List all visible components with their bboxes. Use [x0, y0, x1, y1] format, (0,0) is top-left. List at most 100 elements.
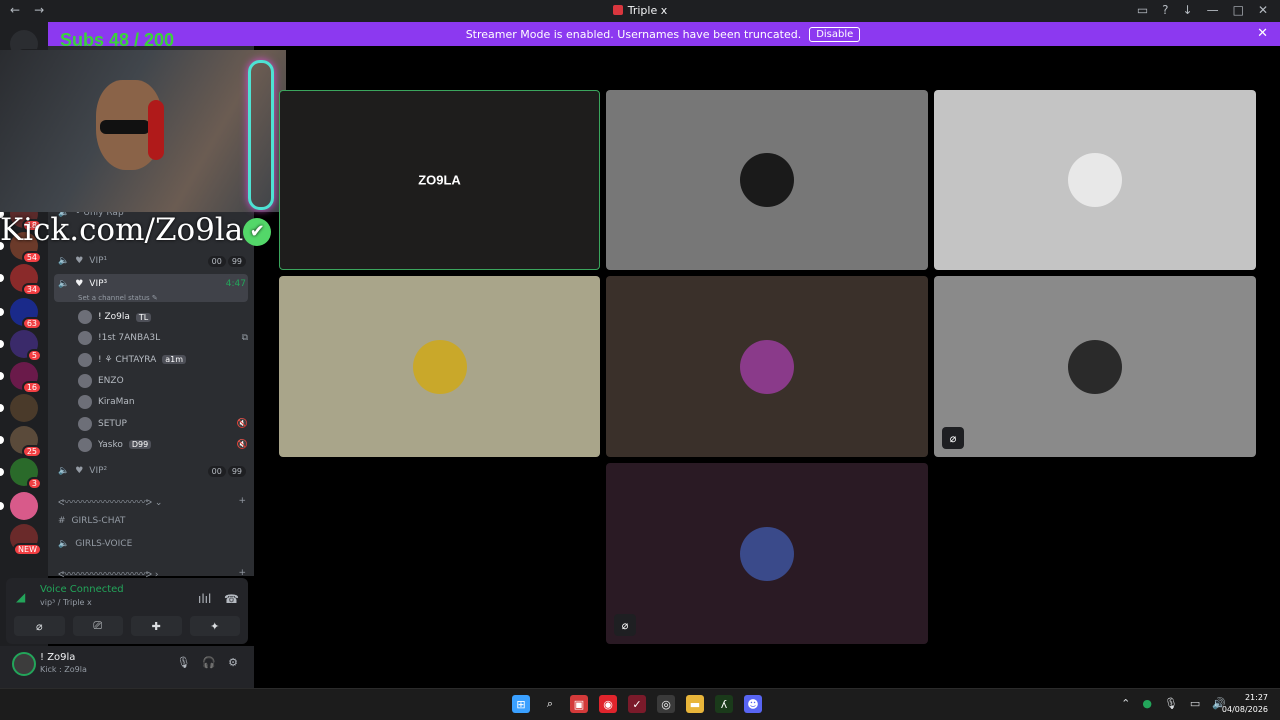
- clock[interactable]: 21:27 04/08/2026: [1222, 692, 1268, 716]
- kick-url-overlay: Kick.com/Zo9la ✔: [0, 212, 272, 248]
- user-panel: ! Zo9la Kick : Zo9la 🎙 🎧 ⚙: [0, 646, 254, 688]
- user-status: Kick : Zo9la: [40, 665, 87, 674]
- file-explorer-icon[interactable]: ▬: [686, 695, 704, 713]
- avatar[interactable]: [12, 652, 36, 676]
- camera-off-button[interactable]: ⌀: [14, 616, 65, 636]
- channel-status[interactable]: Set a channel status ✎: [78, 289, 266, 307]
- minimize-icon[interactable]: —: [1207, 3, 1219, 17]
- download-icon[interactable]: ↓: [1183, 3, 1193, 17]
- window-title: Triple x: [0, 4, 1280, 17]
- share-screen-button[interactable]: ⎚: [72, 616, 123, 636]
- noise-suppression-icon[interactable]: ılıl: [198, 592, 211, 606]
- unread-pill: [0, 436, 4, 444]
- close-banner-icon[interactable]: ✕: [1257, 26, 1268, 41]
- voice-user[interactable]: ! ⚘ CHTAYRA a1m: [78, 351, 248, 369]
- channel-girls-chat[interactable]: # GIRLS-CHAT: [58, 512, 246, 530]
- voice-user[interactable]: !1st 7ANBA3L ⧉: [78, 329, 248, 347]
- avatar: [78, 416, 92, 431]
- voice-user[interactable]: SETUP 🔇: [78, 415, 248, 433]
- server-icon[interactable]: 5: [10, 330, 42, 362]
- server-badge: NEW: [13, 543, 42, 556]
- close-window-icon[interactable]: ✕: [1258, 3, 1268, 17]
- help-icon[interactable]: ?: [1162, 3, 1168, 17]
- chrome-icon[interactable]: ◎: [657, 695, 675, 713]
- speaker-icon: 🔈: [58, 279, 70, 289]
- disconnect-icon[interactable]: ☎: [224, 592, 239, 606]
- avatar: [78, 310, 92, 324]
- avatar: [78, 373, 92, 388]
- server-badge: 34: [21, 283, 42, 296]
- participant-tile[interactable]: [606, 276, 928, 457]
- voice-channel-path[interactable]: vip³ / Triple x: [40, 598, 92, 607]
- voice-user[interactable]: KiraMan: [78, 393, 248, 411]
- obs-icon[interactable]: ▣: [570, 695, 588, 713]
- server-icon[interactable]: 3: [10, 458, 42, 490]
- username[interactable]: ! Zo9la: [40, 652, 75, 663]
- server-badge: 63: [21, 317, 42, 330]
- participant-tile[interactable]: ⌀: [606, 463, 928, 644]
- server-icon[interactable]: 16: [10, 362, 42, 394]
- terminal-icon[interactable]: ʎ: [715, 695, 733, 713]
- server-icon[interactable]: NEW: [10, 524, 42, 556]
- disable-streamer-mode-button[interactable]: Disable: [809, 26, 861, 42]
- led-light: [248, 60, 274, 210]
- discord-icon[interactable]: ☻: [744, 695, 762, 713]
- soundboard-button[interactable]: ✦: [189, 616, 240, 636]
- settings-gear-icon[interactable]: ⚙: [228, 656, 238, 669]
- server-icon[interactable]: 63: [10, 298, 42, 330]
- mic-icon[interactable]: 🎙: [176, 656, 190, 669]
- start-icon[interactable]: ⊞: [512, 695, 530, 713]
- voice-user-name: Yasko: [98, 439, 123, 450]
- voice-user-name: KiraMan: [98, 397, 135, 408]
- activities-button[interactable]: ✚: [131, 616, 182, 636]
- speaker-icon: 🔈: [58, 466, 70, 476]
- opera-icon[interactable]: ◉: [599, 695, 617, 713]
- server-icon[interactable]: 25: [10, 426, 42, 458]
- category-divider[interactable]: ᕙ〰〰〰〰〰〰〰〰〰ᕗ ⌄ +: [58, 492, 246, 510]
- server-badge: 5: [26, 349, 42, 362]
- tray-network-icon[interactable]: ▭: [1190, 697, 1200, 710]
- server-icon[interactable]: [10, 492, 38, 520]
- user-status-icon: 🔇: [236, 418, 248, 429]
- voice-user-name: ! Zo9la: [98, 312, 130, 322]
- vivaldi-icon[interactable]: ✓: [628, 695, 646, 713]
- server-badge: 16: [21, 381, 42, 394]
- participant-tile[interactable]: ZO9LA: [279, 90, 600, 270]
- sunglasses: [100, 120, 150, 134]
- channel-girls-voice[interactable]: 🔈 GIRLS-VOICE: [58, 535, 246, 553]
- server-badge: 3: [26, 477, 42, 490]
- tray-status-icon[interactable]: ●: [1142, 697, 1152, 710]
- maximize-icon[interactable]: □: [1233, 3, 1244, 17]
- channel-vip2[interactable]: 🔈 ♥ VIP² 00 99: [58, 462, 246, 480]
- unread-pill: [0, 340, 4, 348]
- inbox-icon[interactable]: ▭: [1137, 3, 1148, 17]
- app-logo-icon: [612, 5, 623, 15]
- voice-user[interactable]: ! Zo9la TL: [78, 308, 248, 326]
- search-icon[interactable]: ⌕: [541, 695, 559, 713]
- server-badge: 54: [21, 251, 42, 264]
- avatar: [78, 395, 92, 410]
- channel-vip1[interactable]: 🔈 ♥ VIP¹ 00 99: [58, 252, 246, 270]
- unread-pill: [0, 274, 4, 282]
- user-tag: TL: [135, 312, 152, 322]
- participant-tile[interactable]: [934, 90, 1256, 270]
- participant-tile[interactable]: ⌀: [934, 276, 1256, 457]
- tray-chevron-icon[interactable]: ⌃: [1121, 697, 1130, 710]
- participant-tile[interactable]: [279, 276, 600, 457]
- voice-status: Voice Connected: [40, 584, 124, 595]
- participant-tile[interactable]: [606, 90, 928, 270]
- camera-off-icon: ⌀: [614, 614, 636, 636]
- tray-mic-icon[interactable]: 🎙: [1164, 697, 1178, 710]
- voice-user[interactable]: ENZO: [78, 372, 248, 390]
- signal-icon[interactable]: ◢: [16, 590, 25, 604]
- avatar: [412, 339, 467, 394]
- server-icon[interactable]: 34: [10, 264, 42, 296]
- window-controls: ▭ ? ↓ — □ ✕: [1137, 3, 1268, 17]
- voice-user[interactable]: Yasko D99 🔇: [78, 436, 248, 454]
- headset-icon[interactable]: 🎧: [202, 656, 216, 669]
- heart-icon: ♥: [75, 256, 84, 266]
- server-icon[interactable]: [10, 394, 38, 422]
- windows-taskbar: ⊞ ⌕ ▣ ◉ ✓ ◎ ▬ ʎ ☻ ⌃ ● 🎙 ▭ 🔊 21:27 04/08/2026: [0, 688, 1280, 720]
- avatar: [1068, 153, 1122, 207]
- voice-user-name: ! ⚘ CHTAYRA: [98, 354, 157, 365]
